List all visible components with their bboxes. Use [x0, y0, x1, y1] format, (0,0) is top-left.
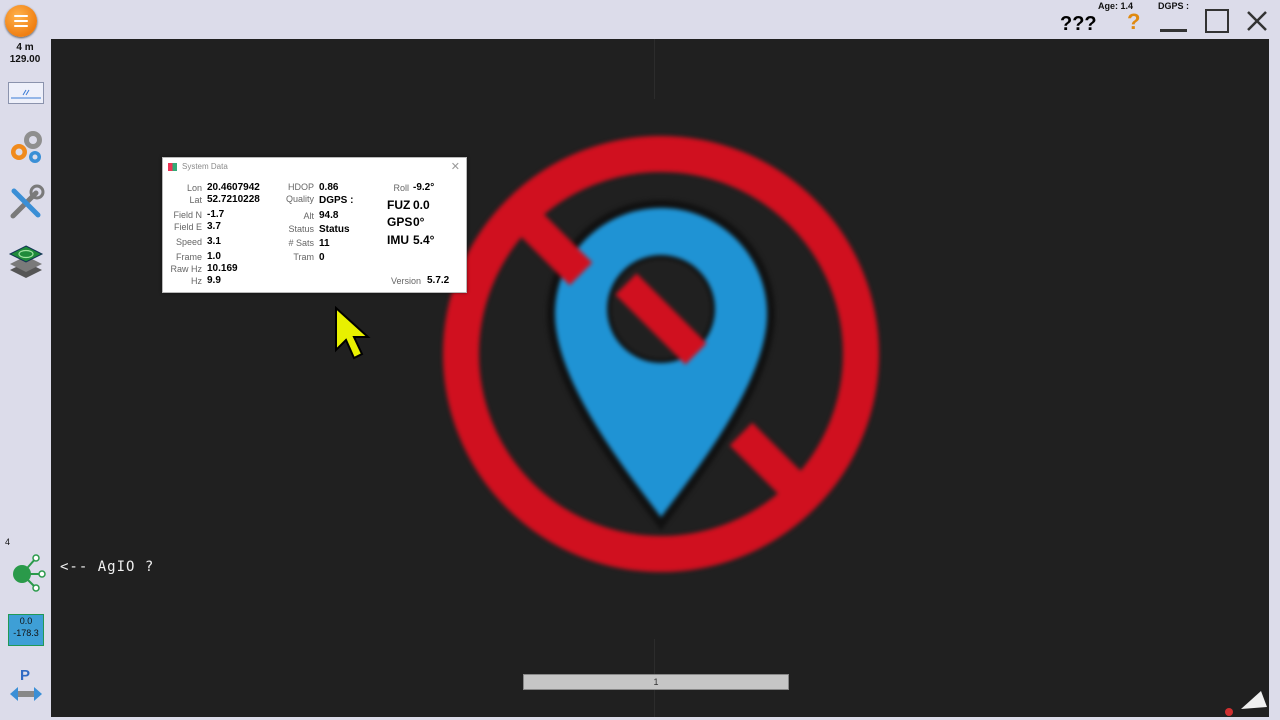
- rawhz-label: Raw Hz: [170, 264, 202, 274]
- lon-label: Lon: [186, 183, 202, 193]
- gps-label: GPS: [387, 215, 413, 229]
- gps-value: 0°: [413, 215, 425, 229]
- alt-label: Alt: [303, 211, 314, 221]
- close-icon[interactable]: [1244, 8, 1270, 34]
- version-value: 5.7.2: [427, 275, 450, 286]
- agio-network-icon[interactable]: [6, 552, 46, 592]
- system-data-titlebar[interactable]: System Data ✕: [163, 158, 466, 176]
- page-indicator[interactable]: 1: [523, 674, 789, 690]
- field-line-button[interactable]: [8, 82, 44, 104]
- speed-value: 3.1: [207, 236, 221, 247]
- lon-value: 20.4607942: [207, 182, 260, 193]
- status-value: Status: [319, 224, 350, 235]
- quality-label: Quality: [285, 194, 314, 204]
- hamburger-menu-button[interactable]: [5, 5, 37, 37]
- window-close-icon[interactable]: ✕: [451, 160, 460, 173]
- app-icon: [168, 163, 177, 171]
- speed-label: Speed: [175, 237, 202, 247]
- imu-label: IMU: [387, 233, 409, 247]
- rawhz-value: 10.169: [207, 263, 238, 274]
- dgps-readout: DGPS :: [1158, 1, 1190, 11]
- tram-value: 0: [319, 252, 325, 263]
- minimize-icon[interactable]: [1160, 29, 1187, 32]
- hdop-label: HDOP: [287, 182, 314, 192]
- hz-value: 9.9: [207, 275, 221, 286]
- hdop-value: 0.86: [319, 182, 339, 193]
- tram-label: Tram: [293, 252, 314, 262]
- roll-value: -9.2°: [413, 182, 435, 193]
- version-label: Version: [390, 276, 421, 286]
- field-layers-icon[interactable]: [6, 240, 46, 280]
- zoom-value: 129.00: [9, 54, 41, 65]
- fuz-label: FUZ: [387, 198, 411, 212]
- hz-label: Hz: [191, 276, 202, 286]
- roll-label: Roll: [393, 183, 409, 193]
- grid-line: [654, 39, 655, 99]
- alt-value: 94.8: [319, 210, 339, 221]
- agio-status-label[interactable]: <-- AgIO ?: [60, 559, 154, 575]
- imu-value: 5.4°: [413, 233, 435, 247]
- steer-value-top: 0.0: [19, 616, 33, 626]
- guidance-arrows-icon[interactable]: [8, 683, 44, 705]
- screenpresso-watermark-icon: [1225, 691, 1267, 716]
- field-n-value: -1.7: [207, 209, 225, 220]
- window-title: System Data: [182, 162, 228, 171]
- settings-gears-icon[interactable]: [6, 126, 46, 166]
- tools-wrench-icon[interactable]: [6, 183, 46, 223]
- title-bar: Age: 1.4 DGPS : ??? ?: [0, 0, 1280, 40]
- p-label: P: [20, 667, 31, 684]
- marker-count: 4: [5, 537, 11, 547]
- sats-label: # Sats: [288, 238, 314, 248]
- quality-value: DGPS :: [319, 195, 354, 206]
- mouse-cursor-icon: [335, 306, 371, 360]
- map-view[interactable]: <-- AgIO ? 1: [51, 39, 1269, 717]
- field-e-value: 3.7: [207, 221, 221, 232]
- unknown-status-button[interactable]: ???: [1060, 13, 1097, 36]
- field-line-icon: [11, 89, 41, 99]
- field-e-label: Field E: [173, 222, 202, 232]
- fuz-value: 0.0: [413, 198, 430, 212]
- status-label: Status: [288, 224, 314, 234]
- lat-label: Lat: [189, 195, 202, 205]
- frame-label: Frame: [175, 252, 202, 262]
- frame-value: 1.0: [207, 251, 221, 262]
- system-data-window[interactable]: System Data ✕ Lon 20.4607942 Lat 52.7210…: [162, 157, 467, 293]
- field-n-label: Field N: [173, 210, 202, 220]
- lat-value: 52.7210228: [207, 194, 260, 205]
- help-icon[interactable]: ?: [1127, 9, 1140, 35]
- steer-angle-button[interactable]: 0.0 -178.3: [8, 614, 44, 646]
- no-gps-signal-icon: [443, 136, 879, 572]
- steer-value-bottom: -178.3: [13, 628, 39, 638]
- zoom-distance: 4 m: [16, 42, 34, 53]
- maximize-icon[interactable]: [1205, 9, 1229, 33]
- sats-value: 11: [319, 238, 330, 249]
- zoom-readout: 4 m 129.00: [0, 42, 50, 66]
